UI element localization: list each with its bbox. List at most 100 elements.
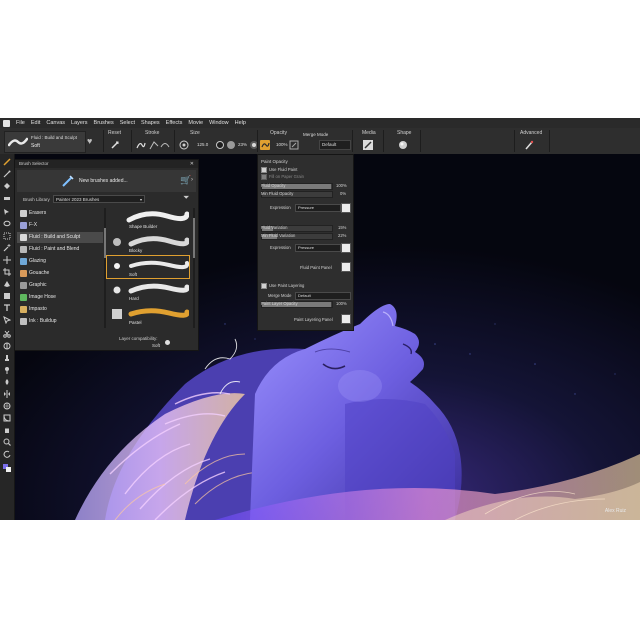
menu-canvas[interactable]: Canvas xyxy=(43,118,68,128)
menu-brushes[interactable]: Brushes xyxy=(91,118,117,128)
brush-library-dropdown[interactable]: Painter 2023 Brushes ▾ xyxy=(53,195,145,203)
merge-mode-dropdown[interactable]: Default xyxy=(319,140,351,150)
layer-adjuster-tool-icon[interactable] xyxy=(3,208,11,216)
magnifier-tool-icon[interactable] xyxy=(3,438,11,446)
min-fluid-opacity-label: Min Fluid Opacity xyxy=(261,191,294,196)
variant-blocky[interactable]: Blocky xyxy=(107,232,190,254)
menu-movie[interactable]: Movie xyxy=(185,118,206,128)
menu-select[interactable]: Select xyxy=(117,118,138,128)
size-expression-icon[interactable] xyxy=(215,140,225,150)
pen-tool-icon[interactable] xyxy=(3,280,11,288)
opacity-value[interactable]: 100% xyxy=(276,142,288,147)
media-paper-icon[interactable] xyxy=(363,140,373,150)
paint-bucket-tool-icon[interactable] xyxy=(3,182,11,190)
fluid-variation-value[interactable]: 15% xyxy=(338,225,346,230)
color-swatch-icon[interactable] xyxy=(3,464,11,472)
kaleidoscope-tool-icon[interactable] xyxy=(3,402,11,410)
freehand-stroke-icon[interactable] xyxy=(136,140,146,150)
curve-stroke-icon[interactable] xyxy=(160,140,170,150)
category-gouache[interactable]: Gouache xyxy=(17,268,103,279)
transform-tool-icon[interactable] xyxy=(3,256,11,264)
fluid-opacity-toggle-icon[interactable] xyxy=(260,140,270,150)
menu-shapes[interactable]: Shapes xyxy=(138,118,163,128)
eraser-tool-icon[interactable] xyxy=(3,194,11,202)
merge-mode-dropdown-panel[interactable]: Default xyxy=(295,292,351,300)
rubber-stamp-tool-icon[interactable] xyxy=(3,354,11,362)
brush-selector-button[interactable]: Fluid : Build and Sculpt Soft ♥ xyxy=(4,131,92,153)
rectangle-select-tool-icon[interactable] xyxy=(3,232,11,240)
new-brushes-banner[interactable]: New brushes added... 🛒 › xyxy=(17,170,196,192)
dab-shape-icon[interactable] xyxy=(398,140,408,150)
divine-proportion-tool-icon[interactable] xyxy=(3,414,11,422)
category-erasers[interactable]: Erasers xyxy=(17,208,103,219)
use-paint-layering-checkbox[interactable]: Use Paint Layering xyxy=(261,283,304,289)
burn-tool-icon[interactable] xyxy=(3,378,11,386)
soft-stroke-preview xyxy=(114,260,190,270)
paint-layering-panel-icon[interactable] xyxy=(341,314,351,324)
straight-line-stroke-icon[interactable] xyxy=(149,140,159,150)
advanced-brush-controls-icon[interactable] xyxy=(524,140,534,150)
magic-wand-tool-icon[interactable] xyxy=(3,244,11,252)
menu-help[interactable]: Help xyxy=(232,118,249,128)
reset-brush-icon[interactable] xyxy=(110,140,120,150)
expand-chevron-icon[interactable]: › xyxy=(191,177,193,183)
dodge-tool-icon[interactable] xyxy=(3,366,11,374)
favorite-heart-icon[interactable]: ♥ xyxy=(87,136,92,146)
use-fluid-paint-checkbox[interactable]: Use Fluid Paint xyxy=(261,167,297,173)
category-label: Fluid : Paint and Blend xyxy=(29,246,80,252)
paint-layer-opacity-value[interactable]: 100% xyxy=(336,301,347,306)
min-size-icon[interactable] xyxy=(226,140,236,150)
cart-icon[interactable]: 🛒 xyxy=(180,175,191,186)
fluid-opacity-value[interactable]: 100% xyxy=(336,183,347,188)
menu-window[interactable]: Window xyxy=(206,118,232,128)
fluid-paint-panel-icon[interactable] xyxy=(341,262,351,272)
shape-selection-tool-icon[interactable] xyxy=(3,316,12,325)
dropper-tool-icon[interactable] xyxy=(3,170,11,178)
category-glazing[interactable]: Glazing xyxy=(17,256,103,267)
size-value[interactable]: 125.0 xyxy=(197,142,208,147)
min-size-value[interactable]: 23% xyxy=(238,142,247,147)
menu-layers[interactable]: Layers xyxy=(68,118,91,128)
cloner-tool-icon[interactable] xyxy=(3,342,11,350)
scissors-tool-icon[interactable] xyxy=(3,330,11,338)
min-fluid-opacity-value[interactable]: 0% xyxy=(340,191,346,196)
category-impasto[interactable]: Impasto xyxy=(17,304,103,315)
layer-compatibility-label: Layer compatibility: xyxy=(119,336,158,341)
category-image-hose[interactable]: Image Hose xyxy=(17,292,103,303)
mirror-tool-icon[interactable] xyxy=(3,390,11,398)
variant-hard[interactable]: Hard xyxy=(107,280,190,302)
crop-tool-icon[interactable] xyxy=(3,268,11,276)
shape-tool-icon[interactable] xyxy=(3,292,11,300)
variant-shape-builder[interactable]: Shape Builder xyxy=(107,208,190,230)
variant-label: Hard xyxy=(129,296,139,301)
variant-soft[interactable]: Soft xyxy=(106,255,190,279)
expression-dropdown-1[interactable]: Pressure xyxy=(295,204,341,212)
rotate-page-tool-icon[interactable] xyxy=(3,450,11,458)
close-panel-icon[interactable]: ✕ xyxy=(190,160,194,168)
brush-selector-title-text: Brush Selector xyxy=(19,161,49,166)
expression-dropdown-2[interactable]: Pressure xyxy=(295,244,341,252)
lasso-tool-icon[interactable] xyxy=(3,220,11,228)
menu-file[interactable]: File xyxy=(13,118,28,128)
filter-funnel-icon[interactable]: ⏷ xyxy=(183,193,189,203)
variant-scrollbar[interactable] xyxy=(193,208,195,328)
min-fluid-variation-value[interactable]: 22% xyxy=(338,233,346,238)
category-graphic[interactable]: Graphic xyxy=(17,280,103,291)
size-jitter-icon[interactable] xyxy=(179,140,189,150)
category-fx[interactable]: F-X xyxy=(17,220,103,231)
brush-tool-icon[interactable] xyxy=(3,158,11,166)
category-ink-buildup[interactable]: Ink : Buildup xyxy=(17,316,103,327)
stroke-label: Stroke xyxy=(145,130,160,136)
variant-pastel[interactable]: Pastel xyxy=(107,304,190,326)
opacity-expression-icon[interactable] xyxy=(289,140,299,150)
menu-edit[interactable]: Edit xyxy=(28,118,43,128)
invert-expression-icon-1[interactable] xyxy=(341,203,351,213)
menu-effects[interactable]: Effects xyxy=(163,118,186,128)
grabber-tool-icon[interactable] xyxy=(3,426,11,434)
invert-expression-icon-2[interactable] xyxy=(341,243,351,253)
category-fluid-build-and-sculpt[interactable]: Fluid : Build and Sculpt xyxy=(17,232,103,243)
category-scrollbar[interactable] xyxy=(104,208,106,328)
text-tool-icon[interactable] xyxy=(3,304,11,312)
fill-on-paper-grain-checkbox[interactable]: Fill on Paper Grain xyxy=(261,174,304,180)
category-fluid-paint-and-blend[interactable]: Fluid : Paint and Blend xyxy=(17,244,103,255)
